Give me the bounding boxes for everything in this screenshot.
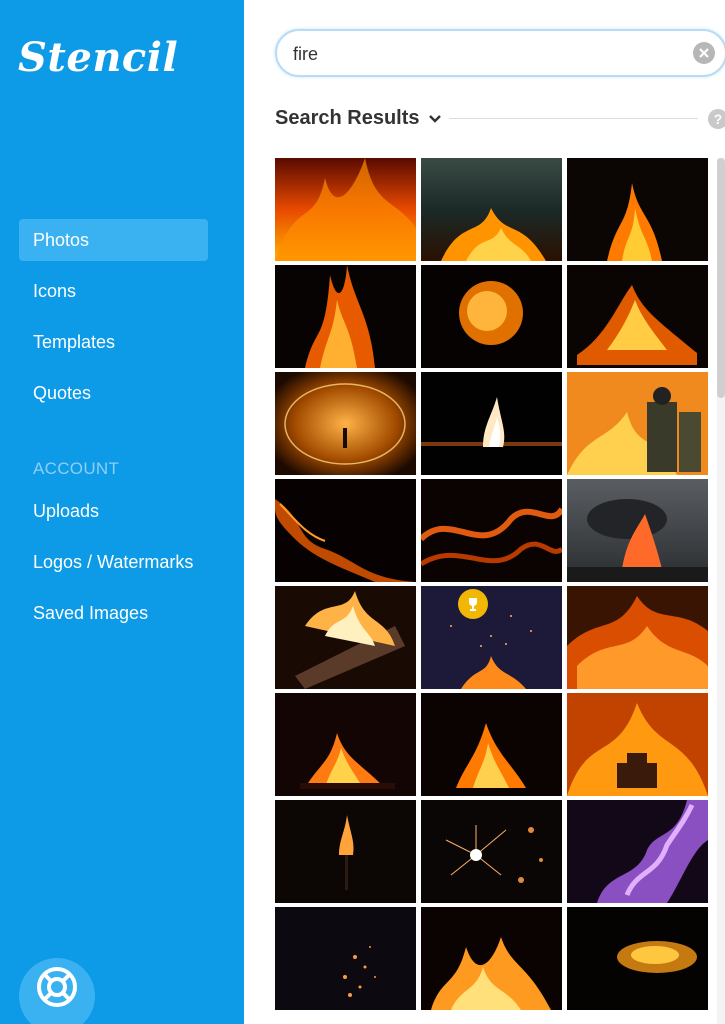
question-icon[interactable]: ? <box>708 109 725 129</box>
clear-icon[interactable] <box>693 42 715 64</box>
photo-thumb[interactable] <box>275 265 416 368</box>
photo-thumb[interactable] <box>421 693 562 796</box>
photo-thumb[interactable] <box>567 800 708 903</box>
photo-thumb[interactable] <box>275 907 416 1010</box>
search-input[interactable] <box>293 41 673 67</box>
sidebar-item-icons[interactable]: Icons <box>19 270 208 312</box>
photo-thumb[interactable] <box>421 372 562 475</box>
sidebar-item-saved-images[interactable]: Saved Images <box>19 592 208 634</box>
photo-thumb[interactable] <box>567 586 708 689</box>
photo-thumb[interactable] <box>567 265 708 368</box>
photo-thumb[interactable] <box>421 265 562 368</box>
photo-thumb[interactable] <box>421 158 562 261</box>
photo-thumb[interactable] <box>421 907 562 1010</box>
app: Stencil Photos Icons Templates Quotes AC… <box>0 0 725 1024</box>
photo-thumb[interactable] <box>275 693 416 796</box>
photo-grid <box>275 158 708 1024</box>
sidebar-item-logos-watermarks[interactable]: Logos / Watermarks <box>19 541 208 583</box>
sidebar-item-uploads[interactable]: Uploads <box>19 490 208 532</box>
photo-thumb[interactable] <box>421 800 562 903</box>
divider <box>449 118 698 119</box>
sidebar: Stencil Photos Icons Templates Quotes AC… <box>0 0 244 1024</box>
photo-thumb[interactable] <box>275 586 416 689</box>
sidebar-item-templates[interactable]: Templates <box>19 321 208 363</box>
photo-thumb[interactable] <box>567 693 708 796</box>
photo-thumb[interactable] <box>275 158 416 261</box>
help-button[interactable] <box>19 958 95 1024</box>
photo-thumb[interactable] <box>275 479 416 582</box>
scrollbar-thumb[interactable] <box>717 158 725 398</box>
photo-thumb[interactable] <box>567 907 708 1010</box>
sidebar-item-photos[interactable]: Photos <box>19 219 208 261</box>
photo-thumb[interactable] <box>567 158 708 261</box>
trophy-icon <box>469 598 477 611</box>
sidebar-item-quotes[interactable]: Quotes <box>19 372 208 414</box>
account-heading: ACCOUNT <box>33 459 120 478</box>
search-results-title: Search Results <box>275 107 420 129</box>
search-box <box>275 29 725 77</box>
photo-thumb[interactable] <box>275 800 416 903</box>
logo[interactable]: Stencil <box>18 34 178 81</box>
photo-thumb[interactable] <box>275 372 416 475</box>
trophy-badge <box>458 589 488 619</box>
photo-thumb[interactable] <box>567 479 708 582</box>
photo-thumb[interactable] <box>421 586 562 689</box>
photo-thumb[interactable] <box>567 372 708 475</box>
lifebuoy-icon <box>37 967 77 1007</box>
search-results-dropdown[interactable]: Search Results <box>275 107 442 130</box>
chevron-down-icon <box>428 114 441 123</box>
photo-thumb[interactable] <box>421 479 562 582</box>
